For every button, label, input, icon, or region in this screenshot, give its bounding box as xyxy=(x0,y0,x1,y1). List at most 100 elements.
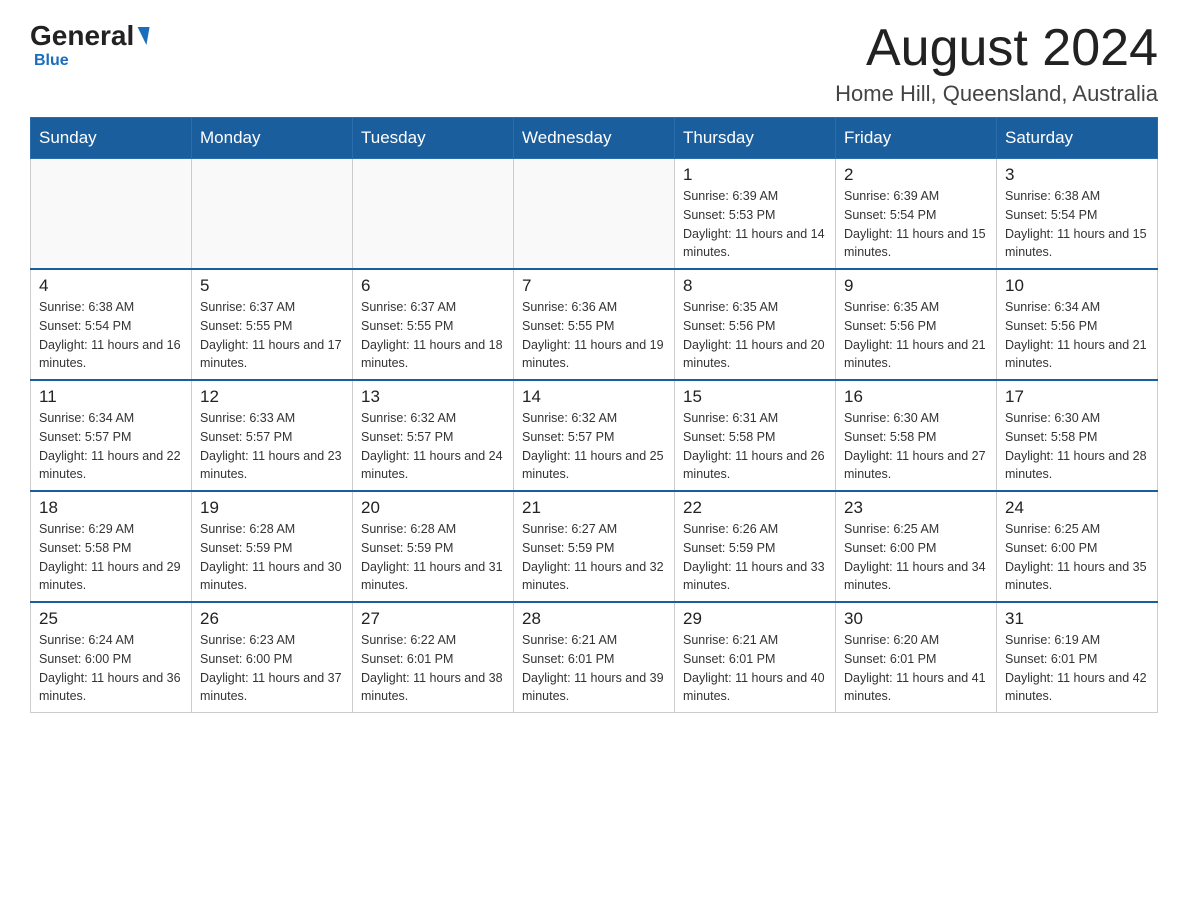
day-info: Sunrise: 6:21 AM Sunset: 6:01 PM Dayligh… xyxy=(683,631,827,706)
day-number: 20 xyxy=(361,498,505,518)
calendar-day-cell: 5Sunrise: 6:37 AM Sunset: 5:55 PM Daylig… xyxy=(192,269,353,380)
header: General Blue August 2024 Home Hill, Quee… xyxy=(30,20,1158,107)
day-number: 5 xyxy=(200,276,344,296)
calendar-week-row: 18Sunrise: 6:29 AM Sunset: 5:58 PM Dayli… xyxy=(31,491,1158,602)
day-number: 22 xyxy=(683,498,827,518)
calendar-day-cell: 10Sunrise: 6:34 AM Sunset: 5:56 PM Dayli… xyxy=(997,269,1158,380)
day-number: 25 xyxy=(39,609,183,629)
day-number: 31 xyxy=(1005,609,1149,629)
calendar-day-cell: 28Sunrise: 6:21 AM Sunset: 6:01 PM Dayli… xyxy=(514,602,675,713)
day-info: Sunrise: 6:35 AM Sunset: 5:56 PM Dayligh… xyxy=(683,298,827,373)
title-area: August 2024 Home Hill, Queensland, Austr… xyxy=(835,20,1158,107)
calendar-day-cell: 19Sunrise: 6:28 AM Sunset: 5:59 PM Dayli… xyxy=(192,491,353,602)
day-info: Sunrise: 6:25 AM Sunset: 6:00 PM Dayligh… xyxy=(844,520,988,595)
day-number: 14 xyxy=(522,387,666,407)
calendar-header-row: SundayMondayTuesdayWednesdayThursdayFrid… xyxy=(31,118,1158,159)
day-number: 29 xyxy=(683,609,827,629)
month-title: August 2024 xyxy=(835,20,1158,77)
day-info: Sunrise: 6:25 AM Sunset: 6:00 PM Dayligh… xyxy=(1005,520,1149,595)
day-info: Sunrise: 6:33 AM Sunset: 5:57 PM Dayligh… xyxy=(200,409,344,484)
day-info: Sunrise: 6:22 AM Sunset: 6:01 PM Dayligh… xyxy=(361,631,505,706)
day-number: 2 xyxy=(844,165,988,185)
calendar-week-row: 11Sunrise: 6:34 AM Sunset: 5:57 PM Dayli… xyxy=(31,380,1158,491)
day-info: Sunrise: 6:30 AM Sunset: 5:58 PM Dayligh… xyxy=(1005,409,1149,484)
day-header-monday: Monday xyxy=(192,118,353,159)
calendar-day-cell xyxy=(31,159,192,270)
day-info: Sunrise: 6:30 AM Sunset: 5:58 PM Dayligh… xyxy=(844,409,988,484)
calendar-day-cell: 16Sunrise: 6:30 AM Sunset: 5:58 PM Dayli… xyxy=(836,380,997,491)
day-number: 18 xyxy=(39,498,183,518)
day-info: Sunrise: 6:21 AM Sunset: 6:01 PM Dayligh… xyxy=(522,631,666,706)
calendar-day-cell: 2Sunrise: 6:39 AM Sunset: 5:54 PM Daylig… xyxy=(836,159,997,270)
calendar-day-cell: 1Sunrise: 6:39 AM Sunset: 5:53 PM Daylig… xyxy=(675,159,836,270)
logo-blue-text: Blue xyxy=(34,52,69,69)
day-number: 4 xyxy=(39,276,183,296)
day-info: Sunrise: 6:31 AM Sunset: 5:58 PM Dayligh… xyxy=(683,409,827,484)
day-number: 30 xyxy=(844,609,988,629)
day-info: Sunrise: 6:39 AM Sunset: 5:54 PM Dayligh… xyxy=(844,187,988,262)
day-number: 28 xyxy=(522,609,666,629)
day-number: 26 xyxy=(200,609,344,629)
day-number: 8 xyxy=(683,276,827,296)
calendar-day-cell: 12Sunrise: 6:33 AM Sunset: 5:57 PM Dayli… xyxy=(192,380,353,491)
day-number: 17 xyxy=(1005,387,1149,407)
calendar-day-cell: 20Sunrise: 6:28 AM Sunset: 5:59 PM Dayli… xyxy=(353,491,514,602)
day-info: Sunrise: 6:24 AM Sunset: 6:00 PM Dayligh… xyxy=(39,631,183,706)
day-info: Sunrise: 6:39 AM Sunset: 5:53 PM Dayligh… xyxy=(683,187,827,262)
day-number: 1 xyxy=(683,165,827,185)
day-info: Sunrise: 6:32 AM Sunset: 5:57 PM Dayligh… xyxy=(522,409,666,484)
day-number: 7 xyxy=(522,276,666,296)
day-number: 6 xyxy=(361,276,505,296)
day-info: Sunrise: 6:26 AM Sunset: 5:59 PM Dayligh… xyxy=(683,520,827,595)
calendar-day-cell: 15Sunrise: 6:31 AM Sunset: 5:58 PM Dayli… xyxy=(675,380,836,491)
calendar-day-cell: 21Sunrise: 6:27 AM Sunset: 5:59 PM Dayli… xyxy=(514,491,675,602)
day-info: Sunrise: 6:20 AM Sunset: 6:01 PM Dayligh… xyxy=(844,631,988,706)
calendar-day-cell: 14Sunrise: 6:32 AM Sunset: 5:57 PM Dayli… xyxy=(514,380,675,491)
calendar-week-row: 25Sunrise: 6:24 AM Sunset: 6:00 PM Dayli… xyxy=(31,602,1158,713)
calendar-week-row: 4Sunrise: 6:38 AM Sunset: 5:54 PM Daylig… xyxy=(31,269,1158,380)
day-number: 24 xyxy=(1005,498,1149,518)
day-info: Sunrise: 6:32 AM Sunset: 5:57 PM Dayligh… xyxy=(361,409,505,484)
calendar-day-cell xyxy=(192,159,353,270)
day-number: 10 xyxy=(1005,276,1149,296)
day-info: Sunrise: 6:38 AM Sunset: 5:54 PM Dayligh… xyxy=(1005,187,1149,262)
calendar-day-cell: 22Sunrise: 6:26 AM Sunset: 5:59 PM Dayli… xyxy=(675,491,836,602)
calendar-day-cell: 13Sunrise: 6:32 AM Sunset: 5:57 PM Dayli… xyxy=(353,380,514,491)
day-number: 11 xyxy=(39,387,183,407)
calendar-day-cell: 8Sunrise: 6:35 AM Sunset: 5:56 PM Daylig… xyxy=(675,269,836,380)
calendar-week-row: 1Sunrise: 6:39 AM Sunset: 5:53 PM Daylig… xyxy=(31,159,1158,270)
calendar-day-cell: 24Sunrise: 6:25 AM Sunset: 6:00 PM Dayli… xyxy=(997,491,1158,602)
calendar-day-cell: 7Sunrise: 6:36 AM Sunset: 5:55 PM Daylig… xyxy=(514,269,675,380)
calendar-day-cell: 4Sunrise: 6:38 AM Sunset: 5:54 PM Daylig… xyxy=(31,269,192,380)
day-info: Sunrise: 6:27 AM Sunset: 5:59 PM Dayligh… xyxy=(522,520,666,595)
day-info: Sunrise: 6:19 AM Sunset: 6:01 PM Dayligh… xyxy=(1005,631,1149,706)
calendar-day-cell: 18Sunrise: 6:29 AM Sunset: 5:58 PM Dayli… xyxy=(31,491,192,602)
day-info: Sunrise: 6:28 AM Sunset: 5:59 PM Dayligh… xyxy=(361,520,505,595)
day-number: 13 xyxy=(361,387,505,407)
day-info: Sunrise: 6:23 AM Sunset: 6:00 PM Dayligh… xyxy=(200,631,344,706)
calendar-day-cell: 30Sunrise: 6:20 AM Sunset: 6:01 PM Dayli… xyxy=(836,602,997,713)
day-number: 23 xyxy=(844,498,988,518)
day-info: Sunrise: 6:28 AM Sunset: 5:59 PM Dayligh… xyxy=(200,520,344,595)
day-info: Sunrise: 6:37 AM Sunset: 5:55 PM Dayligh… xyxy=(200,298,344,373)
calendar-day-cell xyxy=(353,159,514,270)
day-number: 21 xyxy=(522,498,666,518)
logo-general-text: General xyxy=(30,20,134,52)
day-number: 12 xyxy=(200,387,344,407)
day-number: 16 xyxy=(844,387,988,407)
day-number: 27 xyxy=(361,609,505,629)
day-info: Sunrise: 6:36 AM Sunset: 5:55 PM Dayligh… xyxy=(522,298,666,373)
day-header-wednesday: Wednesday xyxy=(514,118,675,159)
day-info: Sunrise: 6:34 AM Sunset: 5:57 PM Dayligh… xyxy=(39,409,183,484)
calendar-day-cell xyxy=(514,159,675,270)
location-title: Home Hill, Queensland, Australia xyxy=(835,81,1158,107)
logo: General Blue xyxy=(30,20,148,70)
day-header-tuesday: Tuesday xyxy=(353,118,514,159)
day-header-sunday: Sunday xyxy=(31,118,192,159)
day-info: Sunrise: 6:37 AM Sunset: 5:55 PM Dayligh… xyxy=(361,298,505,373)
calendar-day-cell: 3Sunrise: 6:38 AM Sunset: 5:54 PM Daylig… xyxy=(997,159,1158,270)
day-info: Sunrise: 6:38 AM Sunset: 5:54 PM Dayligh… xyxy=(39,298,183,373)
logo-arrow-icon xyxy=(135,27,150,45)
calendar-day-cell: 23Sunrise: 6:25 AM Sunset: 6:00 PM Dayli… xyxy=(836,491,997,602)
calendar-day-cell: 26Sunrise: 6:23 AM Sunset: 6:00 PM Dayli… xyxy=(192,602,353,713)
